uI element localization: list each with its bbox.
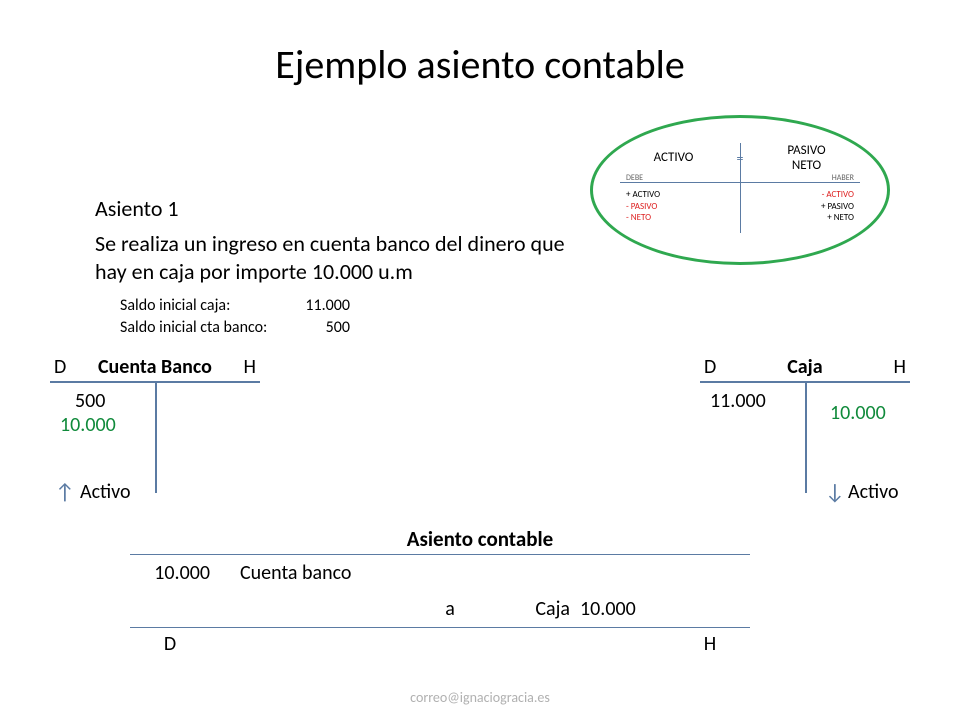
- info-diagram: ACTIVO = PASIVO NETO DEBE HABER + ACTIVO…: [620, 135, 860, 245]
- t-caja-debit-1: 11.000: [710, 389, 766, 413]
- info-left-2: - PASIVO: [626, 201, 660, 213]
- info-right-2: + PASIVO: [821, 201, 854, 213]
- arrow-up-icon: ↑: [55, 478, 75, 505]
- t-caja-credit-1: 10.000: [830, 401, 886, 425]
- asiento-a: a: [420, 597, 480, 621]
- info-activo: ACTIVO: [629, 151, 719, 165]
- asiento-account-credit: Caja: [480, 597, 580, 621]
- t-banco-h: H: [244, 355, 256, 379]
- t-caja-h: H: [894, 355, 906, 379]
- info-right-3: + NETO: [821, 212, 854, 224]
- info-right-1: - ACTIVO: [821, 189, 854, 201]
- t-caja-activo: Activo: [848, 480, 899, 504]
- info-equals: =: [737, 150, 744, 167]
- initial-caja-label: Saldo inicial caja:: [120, 295, 290, 317]
- t-account-caja: D Caja H 11.000 10.000: [700, 355, 910, 493]
- asiento-number: Asiento 1: [95, 195, 179, 222]
- asiento-account-debit: Cuenta banco: [240, 561, 420, 585]
- t-caja-d: D: [704, 355, 716, 379]
- asiento-d-label: D: [130, 632, 210, 656]
- t-caja-name: Caja: [787, 355, 822, 379]
- asiento-contable-block: 10.000 Cuenta banco a Caja 10.000 D H: [130, 554, 750, 656]
- arrow-down-icon: ↓: [825, 478, 845, 505]
- info-left-3: - NETO: [626, 212, 660, 224]
- t-divider: [155, 383, 157, 493]
- info-left-1: + ACTIVO: [626, 189, 660, 201]
- info-haber: HABER: [832, 173, 854, 183]
- initial-banco-label: Saldo inicial cta banco:: [120, 317, 290, 339]
- t-account-banco: D Cuenta Banco H 500 10.000: [50, 355, 260, 493]
- initial-balances: Saldo inicial caja: 11.000 Saldo inicial…: [120, 295, 350, 340]
- t-banco-d: D: [54, 355, 66, 379]
- t-banco-debit-2: 10.000: [60, 413, 116, 437]
- initial-caja-value: 11.000: [290, 295, 350, 317]
- t-banco-debit-1: 500: [75, 389, 105, 413]
- asiento-contable-title: Asiento contable: [0, 526, 960, 552]
- info-neto: NETO: [792, 158, 821, 173]
- t-banco-activo: Activo: [80, 480, 131, 504]
- initial-banco-value: 500: [290, 317, 350, 339]
- info-pasivo-neto: PASIVO NETO: [761, 144, 851, 173]
- footer-email: correo@ignaciogracia.es: [0, 689, 960, 706]
- t-divider: [805, 383, 807, 493]
- asiento-amount-debit: 10.000: [130, 561, 240, 585]
- asiento-description: Se realiza un ingreso en cuenta banco de…: [95, 230, 565, 285]
- asiento-h-label: H: [670, 632, 750, 656]
- info-debe: DEBE: [626, 173, 643, 183]
- info-pasivo: PASIVO: [787, 143, 825, 158]
- t-banco-name: Cuenta Banco: [98, 355, 212, 379]
- page-title: Ejemplo asiento contable: [0, 0, 960, 89]
- asiento-amount-credit: 10.000: [580, 597, 680, 621]
